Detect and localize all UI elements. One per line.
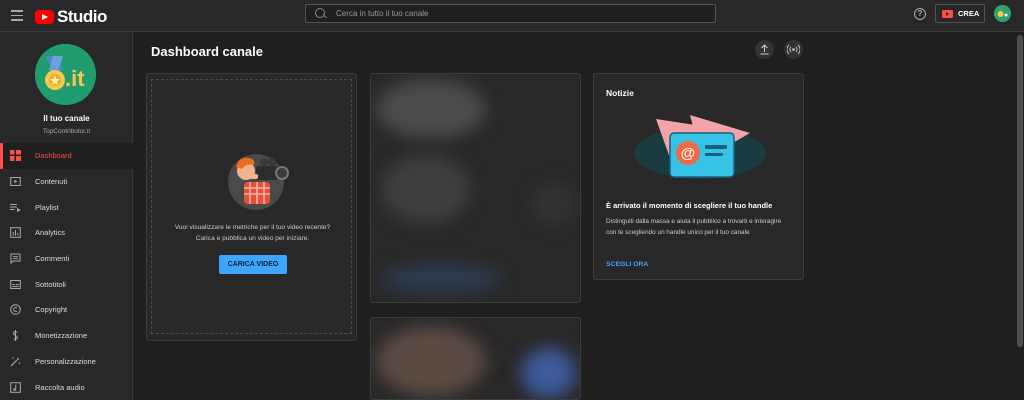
help-icon[interactable]: ? [914, 8, 926, 20]
sidebar-item-dashboard[interactable]: Dashboard [0, 143, 133, 169]
content-icon [10, 176, 21, 187]
subtitles-icon [10, 279, 21, 290]
sidebar-item-label: Dashboard [35, 151, 72, 161]
video-camera-icon [942, 9, 953, 18]
upload-dropzone: Vuoi visualizzare le metriche per il tuo… [151, 79, 352, 334]
sidebar-item-label: Copyright [35, 305, 68, 315]
sidebar-item-label: Personalizzazione [35, 356, 96, 366]
sidebar-item-label: Sottotitoli [35, 279, 66, 289]
sidebar-item-analytics[interactable]: Analytics [0, 220, 133, 246]
svg-text:@: @ [681, 145, 696, 162]
upload-button[interactable] [755, 40, 774, 59]
sidebar: .it Il tuo canale TopContributor.it Dash… [0, 32, 133, 400]
go-live-button[interactable] [784, 40, 803, 59]
live-broadcast-icon [787, 44, 800, 55]
channel-name: Il tuo canale [43, 114, 90, 123]
sidebar-item-label: Playlist [35, 202, 59, 212]
search-input[interactable] [336, 5, 706, 22]
sidebar-item-sottotitoli[interactable]: Sottotitoli [0, 271, 133, 297]
upload-card: Vuoi visualizzare le metriche per il tuo… [146, 73, 357, 341]
blurred-content [376, 79, 486, 139]
blurred-content [376, 326, 486, 396]
choose-handle-link[interactable]: SCEGLI ORA [606, 261, 648, 268]
create-button[interactable]: CREA [935, 4, 985, 23]
account-avatar[interactable] [994, 5, 1011, 22]
news-title: Notizie [606, 88, 634, 98]
scrollbar-thumb[interactable] [1017, 35, 1023, 347]
search-icon[interactable] [315, 8, 325, 18]
channel-handle: TopContributor.it [42, 128, 91, 135]
blurred-content [521, 348, 576, 398]
sidebar-nav: Dashboard Contenuti Playlist Analytics C… [0, 143, 133, 400]
playlist-icon [10, 202, 21, 213]
sidebar-item-label: Monetizzazione [35, 331, 88, 341]
blurred-video-card [370, 317, 581, 400]
sidebar-item-commenti[interactable]: Commenti [0, 246, 133, 272]
analytics-icon [10, 227, 21, 239]
copyright-icon [10, 304, 21, 316]
handle-illustration: @ [634, 115, 766, 179]
news-body: Distinguiti dalla massa e aiuta il pubbl… [606, 218, 782, 236]
sidebar-item-raccolta-audio[interactable]: Raccolta audio [0, 374, 133, 400]
menu-icon[interactable] [11, 10, 23, 21]
page-title: Dashboard canale [151, 44, 263, 59]
sidebar-item-label: Analytics [35, 228, 66, 238]
sidebar-item-monetizzazione[interactable]: Monetizzazione [0, 323, 133, 349]
sidebar-item-personalizzazione[interactable]: Personalizzazione [0, 349, 133, 375]
upload-prompt-line-1: Vuoi visualizzare le metriche per il tuo… [174, 224, 331, 231]
news-heading: È arrivato il momento di scegliere il tu… [606, 201, 773, 210]
sidebar-item-playlist[interactable]: Playlist [0, 194, 133, 220]
audio-library-icon [10, 381, 21, 393]
channel-avatar[interactable]: .it [35, 44, 96, 105]
sidebar-item-contenuti[interactable]: Contenuti [0, 169, 133, 195]
create-label: CREA [958, 9, 980, 18]
blurred-content [531, 184, 576, 224]
upload-prompt: Vuoi visualizzare le metriche per il tuo… [152, 222, 353, 244]
channel-logo-text: .it [65, 66, 85, 91]
blurred-content [381, 154, 471, 224]
studio-logo[interactable]: Studio [35, 7, 107, 27]
sidebar-item-label: Raccolta audio [35, 382, 85, 392]
news-card: Notizie @ È arrivato il momento di scegl… [593, 73, 804, 280]
comments-icon [10, 253, 21, 265]
sidebar-item-copyright[interactable]: Copyright [0, 297, 133, 323]
blurred-content [381, 264, 501, 294]
upload-video-button[interactable]: CARICA VIDEO [219, 255, 287, 274]
logo-text: Studio [57, 7, 107, 26]
top-bar: Studio ? CREA [0, 0, 1024, 32]
upload-prompt-line-2: Carica e pubblica un video per iniziare. [195, 235, 310, 242]
youtube-icon [35, 10, 54, 24]
blurred-analytics-card [370, 73, 581, 303]
dashboard-icon [10, 150, 21, 162]
page-scrollbar[interactable] [1016, 32, 1024, 400]
upload-icon [760, 44, 769, 55]
sidebar-item-label: Contenuti [35, 177, 68, 187]
search-bar [305, 4, 716, 23]
monetization-icon [10, 330, 21, 342]
customization-icon [10, 356, 21, 367]
sidebar-item-label: Commenti [35, 254, 70, 264]
camera-operator-illustration [228, 154, 289, 210]
